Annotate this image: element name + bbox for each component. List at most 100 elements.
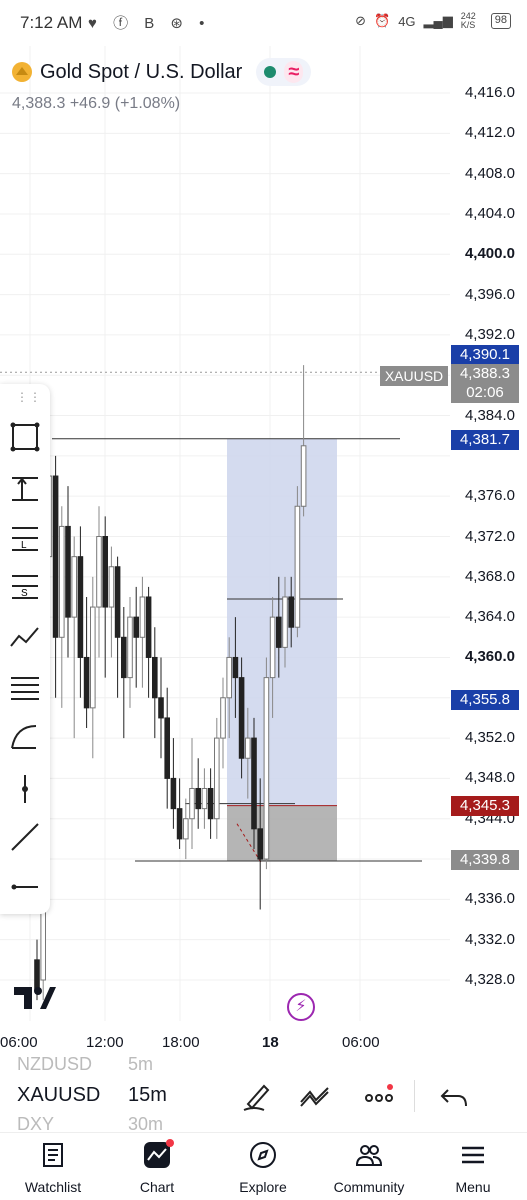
candle-body [245, 737, 251, 759]
nav-watchlist[interactable]: Watchlist [0, 1133, 106, 1200]
price-axis-label: 4,396.0 [464, 285, 515, 303]
candle-body [90, 606, 96, 709]
current-price-tag: 4,388.3 [451, 364, 519, 384]
candle-body [232, 656, 239, 679]
short-position-icon[interactable]: S [8, 570, 42, 604]
drag-handle-icon[interactable]: ⋮⋮ [16, 390, 42, 404]
horizontal-lines-icon[interactable] [8, 670, 42, 704]
candle-body [251, 737, 257, 830]
candle-body [114, 566, 121, 638]
more-options-icon[interactable] [362, 1080, 396, 1112]
market-open-icon [264, 66, 277, 78]
time-label-0600b: 06:00 [342, 1034, 380, 1051]
time-label-18: 18 [262, 1034, 279, 1051]
chart-notification-dot [166, 1139, 174, 1147]
nav-community[interactable]: Community [316, 1133, 422, 1200]
candle-body [294, 505, 301, 628]
price-axis-label: 4,364.0 [464, 608, 515, 626]
bottom-navigation: Watchlist Chart Explore Community Menu [0, 1132, 527, 1200]
price-axis-label: 4,328.0 [464, 971, 515, 988]
notification-icons: ♥ ⓕ B ⊛ • [88, 15, 211, 32]
rectangle-tool-icon[interactable] [8, 420, 42, 454]
symbol-tag: XAUUSD [380, 366, 448, 386]
price-change: 4,388.3 +46.9 (+1.08%) [12, 95, 181, 112]
candle-body [176, 808, 183, 840]
countdown-tag: 02:06 [451, 383, 519, 403]
time-label-1200: 12:00 [86, 1034, 124, 1051]
candle-body [214, 737, 220, 820]
price-axis-label: 4,384.0 [464, 406, 515, 424]
stop-price-tag: 4,345.3 [451, 796, 519, 816]
candle-body [77, 556, 84, 658]
price-axis-label: 4,416.0 [464, 84, 515, 101]
candle-body [139, 596, 146, 638]
compass-icon [250, 1142, 276, 1168]
current-interval[interactable]: 15m [128, 1084, 167, 1107]
vertical-line-icon[interactable] [8, 772, 42, 806]
undo-icon[interactable] [438, 1080, 472, 1112]
price-axis-label: 4,408.0 [464, 164, 515, 182]
price-axis-label: 4,404.0 [464, 204, 515, 222]
nav-label-watchlist: Watchlist [24, 1179, 82, 1195]
gold-coin-icon [12, 62, 32, 82]
price-axis-label: 4,332.0 [464, 930, 515, 948]
price-axis-label: 4,412.0 [464, 124, 515, 142]
horizontal-ray-icon[interactable] [8, 870, 42, 904]
nav-menu[interactable]: Menu [420, 1133, 526, 1200]
candle-body [158, 697, 164, 719]
alarm-icon: ⏰ [374, 13, 391, 28]
candle-body [300, 445, 307, 507]
long-position-icon[interactable] [8, 472, 42, 506]
pencil-draw-icon[interactable] [240, 1080, 274, 1112]
high-line-tag: 4,381.7 [451, 430, 519, 450]
candle-body [152, 656, 158, 699]
candle-body [195, 787, 201, 810]
time-label-1800: 18:00 [162, 1034, 200, 1051]
candle-body [189, 787, 195, 820]
prev-interval[interactable]: 5m [128, 1054, 153, 1075]
candle-body [282, 596, 288, 648]
candle-body [102, 536, 109, 608]
candle-body [71, 556, 78, 618]
candle-body [121, 636, 127, 679]
candle-body [276, 616, 282, 648]
candle-body [145, 596, 152, 658]
symbol-title[interactable]: Gold Spot / U.S. Dollar [40, 61, 242, 84]
target-price-tag: 4,390.1 [451, 345, 519, 365]
nav-explore[interactable]: Explore [210, 1133, 316, 1200]
current-symbol[interactable]: XAUUSD [17, 1084, 100, 1107]
trend-path-icon[interactable] [8, 620, 42, 654]
price-axis-label: 4,376.0 [464, 487, 515, 505]
status-icons-right: ⊘ ⏰ 4G ▂▄▆ 242 K/S 98 [355, 12, 511, 30]
price-axis-label: 4,348.0 [464, 769, 515, 787]
indicator-icon[interactable] [298, 1080, 332, 1112]
speed-label: 242 K/S [460, 11, 476, 30]
nav-label-explore: Explore [239, 1179, 287, 1195]
nav-label-community: Community [333, 1179, 405, 1195]
candle-body [257, 828, 263, 860]
curve-tool-icon[interactable] [8, 720, 42, 754]
entry-price-tag: 4,355.8 [451, 690, 519, 710]
candle-body [108, 566, 115, 608]
toolbar-divider [414, 1080, 415, 1112]
battery-icon: 98 [490, 13, 511, 29]
candle-body [59, 525, 65, 638]
stop-zone [227, 805, 337, 862]
nav-chart[interactable]: Chart [104, 1133, 210, 1200]
drawing-toolbar[interactable]: ⋮⋮ L S [0, 384, 50, 914]
price-axis-label: 4,368.0 [464, 567, 515, 585]
flash-icon[interactable]: ⚡ [287, 993, 315, 1021]
svg-text:L: L [21, 540, 27, 551]
community-icon [355, 1145, 383, 1166]
candle-body [269, 616, 276, 679]
long-label-tool-icon[interactable]: L [8, 522, 42, 556]
candle-body [170, 777, 177, 810]
candle-body [226, 656, 232, 699]
market-status-pill[interactable]: ≈ [256, 58, 312, 86]
symbol-header[interactable]: Gold Spot / U.S. Dollar ≈ [12, 58, 312, 86]
price-axis-label: 4,360.0 [464, 648, 515, 666]
trend-line-icon[interactable] [8, 820, 42, 854]
candle-body [288, 596, 294, 628]
candle-body [96, 536, 102, 608]
nav-label-menu: Menu [455, 1179, 491, 1195]
